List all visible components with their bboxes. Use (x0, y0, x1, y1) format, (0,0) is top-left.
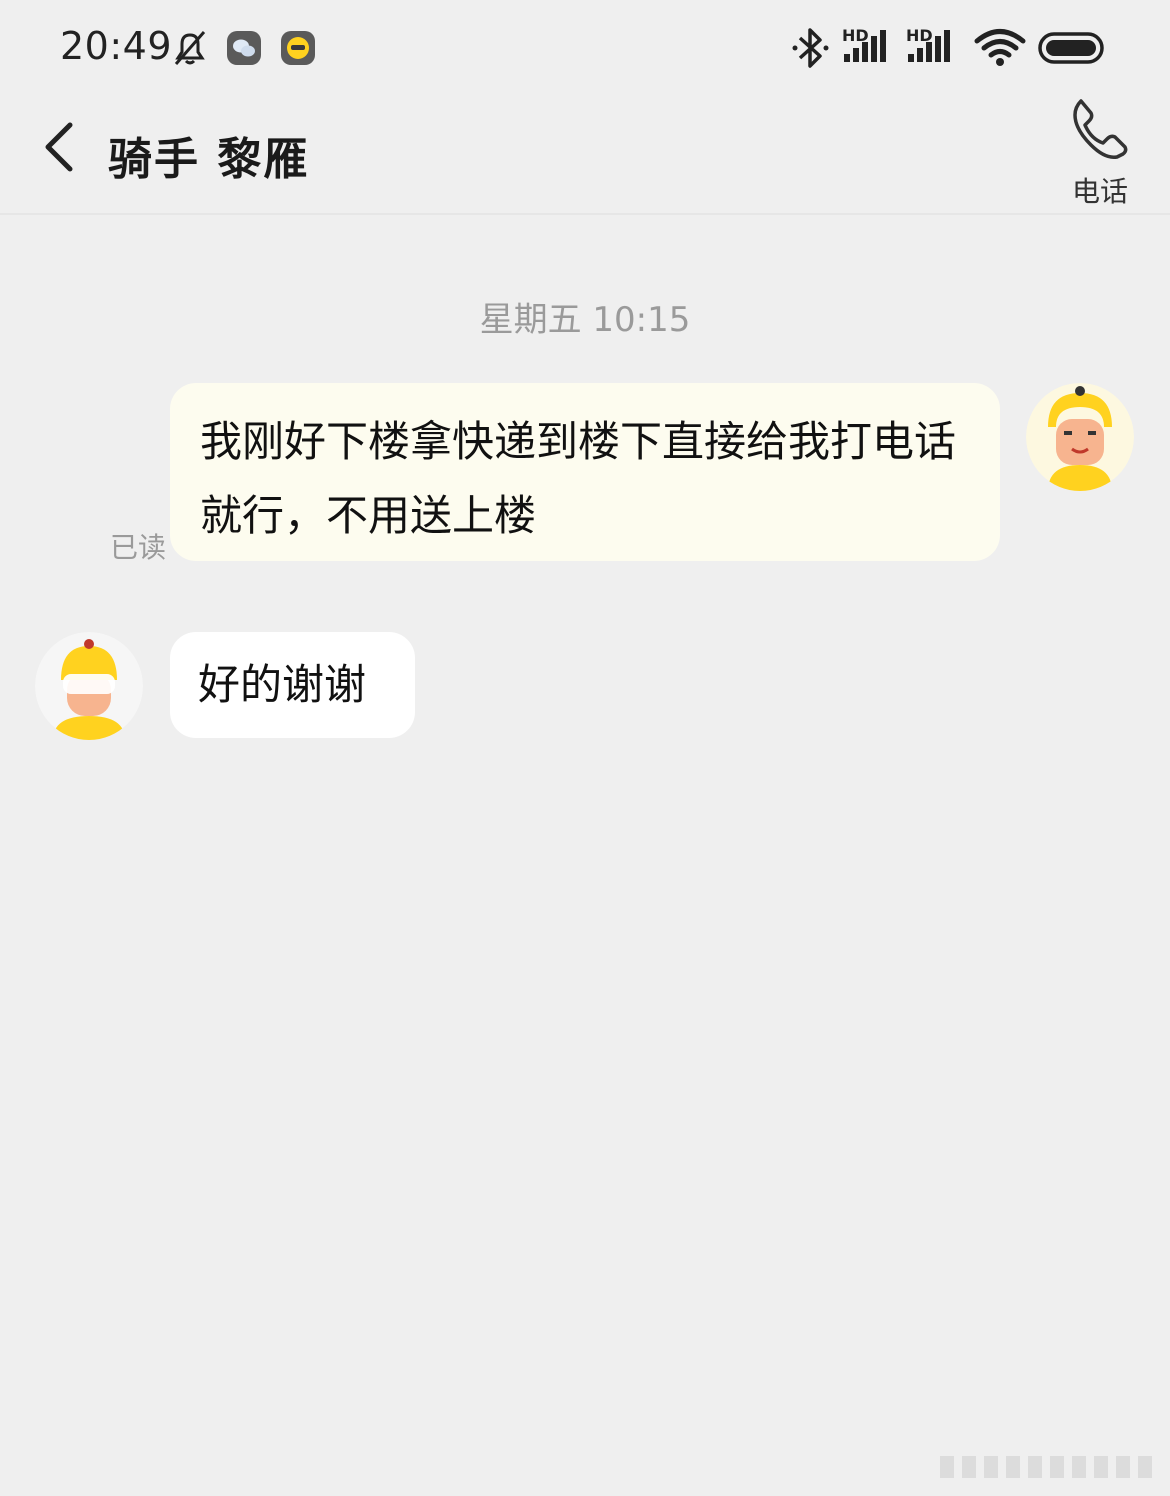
bluetooth-icon (792, 28, 829, 68)
watermark-logo (940, 1456, 1152, 1478)
rider-avatar[interactable] (35, 632, 143, 740)
battery-icon (1038, 32, 1104, 64)
status-bar: 20:49 HD HD (0, 0, 1170, 95)
rider-avatar-icon (1026, 383, 1134, 491)
hd-signal-icon: HD (906, 26, 956, 66)
call-button[interactable]: 电话 (1055, 95, 1145, 210)
chat-app-icon (227, 31, 261, 65)
phone-icon (1073, 99, 1128, 159)
rider-avatar-icon (35, 632, 143, 740)
read-status: 已读 (110, 531, 167, 564)
outgoing-message-bubble[interactable]: 我刚好下楼拿快递到楼下直接给我打电话就行，不用送上楼 (170, 383, 1000, 561)
status-time: 20:49 (60, 24, 173, 68)
page-title: 骑手 黎雁 (108, 134, 310, 185)
user-avatar[interactable] (1026, 383, 1134, 491)
chevron-left-icon[interactable] (36, 117, 86, 177)
wifi-icon (974, 29, 1026, 66)
incoming-message-bubble[interactable]: 好的谢谢 (170, 632, 415, 738)
call-label: 电话 (1071, 175, 1128, 208)
hd-signal-icon: HD (842, 26, 892, 66)
yellow-app-icon (281, 31, 315, 65)
chat-header: 骑手 黎雁 电话 (0, 95, 1170, 215)
chat-timestamp: 星期五 10:15 (479, 300, 691, 340)
mute-bell-icon (174, 31, 206, 65)
